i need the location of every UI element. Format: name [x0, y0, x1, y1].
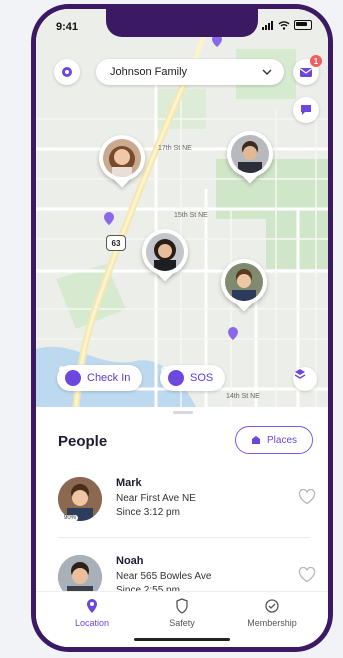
tab-label: Membership	[247, 618, 297, 628]
sheet-grab-handle[interactable]	[173, 411, 193, 414]
road-label: 17th St NE	[158, 145, 192, 152]
tab-label: Safety	[169, 618, 195, 628]
settings-button[interactable]	[54, 59, 80, 85]
avatar	[231, 135, 269, 173]
check-in-button[interactable]: Check In	[57, 365, 143, 391]
person-name: Mark	[116, 477, 142, 489]
map-person-pin[interactable]	[99, 135, 145, 188]
notification-badge: 1	[310, 55, 322, 67]
phone-frame: 17th St NE 15th St NE 14th St NE 63 Chec…	[31, 4, 333, 652]
membership-icon	[265, 599, 279, 613]
battery-icon	[294, 20, 312, 30]
messages-button[interactable]: 1	[293, 55, 322, 85]
device-notch	[106, 9, 258, 37]
avatar	[225, 263, 263, 301]
avatar	[103, 139, 141, 177]
row-divider	[58, 537, 310, 538]
layers-icon	[294, 369, 306, 379]
places-label: Places	[266, 434, 297, 446]
location-pin-icon	[87, 599, 97, 613]
heart-icon[interactable]	[298, 567, 316, 583]
building-icon	[251, 436, 260, 444]
tab-membership[interactable]: Membership	[232, 598, 312, 628]
sos-button[interactable]: SOS	[160, 365, 226, 391]
battery-level: 90%	[62, 515, 79, 521]
gear-icon	[62, 67, 72, 77]
tab-location[interactable]: Location	[52, 598, 132, 628]
map-person-pin[interactable]	[221, 259, 267, 312]
chat-button[interactable]	[293, 97, 319, 123]
check-in-label: Check In	[87, 372, 131, 384]
tab-safety[interactable]: Safety	[142, 598, 222, 628]
route-shield: 63	[106, 235, 126, 251]
person-row[interactable]: 90% Mark Near First Ave NE Since 3:12 pm	[36, 471, 328, 535]
people-title: People	[58, 433, 108, 450]
family-name: Johnson Family	[110, 66, 188, 78]
heart-icon[interactable]	[298, 489, 316, 505]
map-person-pin[interactable]	[227, 131, 273, 184]
status-icons	[262, 20, 312, 30]
chat-icon	[301, 105, 311, 115]
location-pin-icon	[59, 366, 81, 386]
person-since: Since 3:12 pm	[116, 507, 180, 518]
avatar	[146, 233, 184, 271]
tab-label: Location	[74, 618, 110, 628]
person-location: Near 565 Bowles Ave	[116, 571, 212, 582]
road-label: 14th St NE	[226, 393, 260, 400]
mail-icon	[300, 68, 312, 77]
chevron-down-icon	[262, 69, 272, 75]
person-name: Noah	[116, 555, 144, 567]
app-screen: 17th St NE 15th St NE 14th St NE 63 Chec…	[36, 9, 328, 647]
places-button[interactable]: Places	[235, 426, 313, 454]
status-time: 9:41	[56, 21, 79, 33]
person-location: Near First Ave NE	[116, 493, 196, 504]
home-indicator	[134, 638, 230, 641]
sos-icon	[161, 366, 184, 386]
signal-icon	[262, 20, 274, 30]
map-layers-button[interactable]	[293, 367, 317, 391]
shield-icon	[176, 598, 188, 614]
road-label: 15th St NE	[174, 212, 208, 219]
map-person-pin[interactable]	[142, 229, 188, 282]
wifi-icon	[278, 20, 290, 30]
sos-label: SOS	[190, 372, 214, 384]
family-selector[interactable]: Johnson Family	[96, 59, 284, 85]
